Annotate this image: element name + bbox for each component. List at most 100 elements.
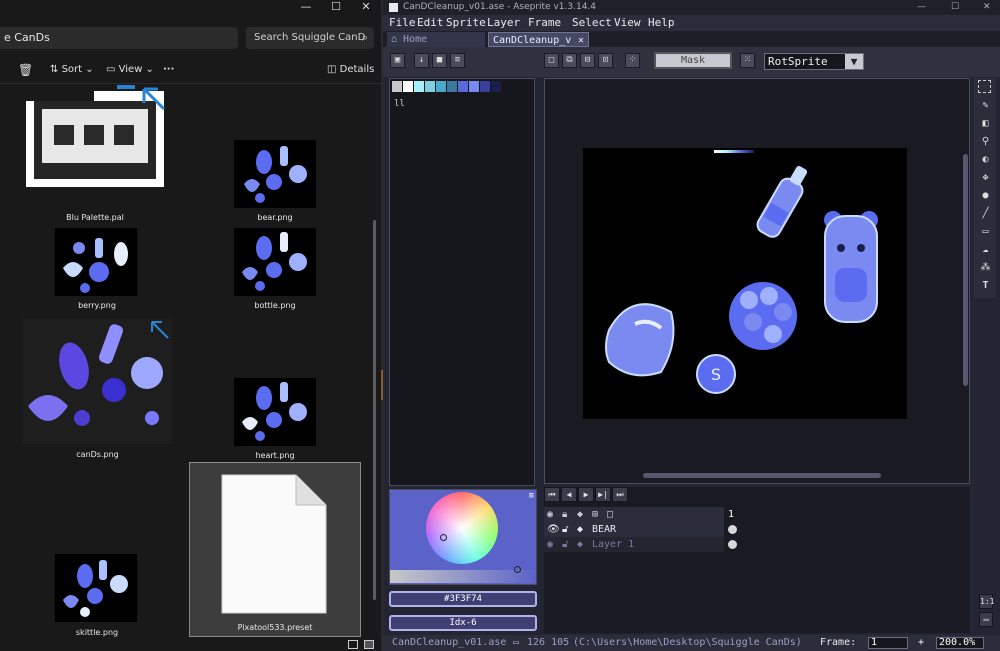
canvas-vertical-scrollbar[interactable] — [963, 154, 968, 386]
timeline-toggle-icon[interactable]: ▭ — [979, 612, 993, 627]
eraser-tool-icon[interactable]: ◧ — [978, 116, 993, 131]
close-button[interactable]: ✕ — [351, 0, 381, 14]
blur-tool-icon[interactable]: ⁂ — [978, 260, 993, 275]
layer-row-bear[interactable]: 👁︎ 🔓︎ ◆ BEAR — [544, 522, 737, 537]
contour-tool-icon[interactable]: ☁ — [978, 242, 993, 257]
more-options-button[interactable]: ··· — [163, 57, 174, 83]
select-subtract-icon[interactable]: ⊟ — [580, 53, 595, 68]
marquee-tool-icon[interactable] — [978, 80, 991, 93]
canvas-horizontal-scrollbar[interactable] — [643, 473, 881, 478]
thumbnail-view-icon[interactable] — [364, 640, 374, 649]
palette-swatch[interactable] — [458, 81, 468, 92]
frame-input[interactable]: 1 — [868, 637, 908, 649]
details-button[interactable]: ◫ Details — [327, 57, 374, 83]
palette-menu-icon[interactable]: ≡ — [450, 53, 465, 68]
select-add-icon[interactable]: ⧉ — [562, 53, 577, 68]
view-button[interactable]: ▭ View ⌄ — [106, 57, 154, 83]
tab-document[interactable]: CanDCleanup_v ✕ — [488, 32, 589, 47]
color-index-field[interactable]: Idx-6 — [389, 615, 537, 631]
details-view-icon[interactable] — [348, 640, 358, 649]
select-intersect-icon[interactable]: ⊡ — [598, 53, 613, 68]
file-item-berry[interactable]: berry.png — [52, 228, 142, 312]
file-item-bottle[interactable]: bottle.png — [230, 228, 320, 312]
pencil-tool-icon[interactable]: ✎ — [978, 98, 993, 113]
sprite-canvas[interactable]: S — [583, 148, 907, 419]
menu-layer[interactable]: Layer — [487, 15, 520, 31]
thumbnail-image — [234, 140, 316, 208]
next-frame-button[interactable]: ▶| — [595, 487, 611, 502]
select-replace-icon[interactable]: □ — [544, 53, 559, 68]
maximize-button[interactable]: ☐ — [951, 0, 959, 15]
continuous-icon[interactable]: ◆ — [577, 522, 583, 537]
menu-sprite[interactable]: Sprite — [446, 15, 486, 31]
continuous-icon[interactable]: ◆ — [577, 537, 583, 552]
sort-button[interactable]: ⇅ Sort ⌄ — [50, 57, 94, 83]
options-menu-icon[interactable]: ≡ — [529, 491, 534, 501]
color-wheel-panel[interactable]: ≡ — [389, 489, 537, 585]
close-button[interactable]: ✕ — [983, 0, 991, 15]
lock-icon[interactable]: ▣ — [390, 53, 405, 68]
palette-swatch[interactable] — [469, 81, 479, 92]
file-item-preset-selected[interactable]: Pixatool533.preset — [189, 462, 361, 637]
vertical-scrollbar[interactable] — [373, 220, 376, 600]
palette-swatch[interactable] — [392, 81, 402, 92]
previous-frame-button[interactable]: ◀ — [561, 487, 577, 502]
save-palette-icon[interactable]: ■ — [432, 53, 447, 68]
maximize-button[interactable]: ☐ — [321, 0, 351, 14]
minimize-button[interactable]: — — [917, 0, 926, 15]
alpha-slider-handle[interactable] — [514, 566, 521, 573]
eyedropper-tool-icon[interactable]: ⚲ — [978, 134, 993, 149]
last-frame-button[interactable]: ⏭ — [612, 487, 628, 502]
eye-icon[interactable]: 👁︎ — [547, 522, 560, 537]
file-item-skittle[interactable]: skittle.png — [52, 554, 142, 638]
palette-swatch[interactable] — [414, 81, 424, 92]
palette-swatch[interactable] — [425, 81, 435, 92]
play-button[interactable]: ▶ — [578, 487, 594, 502]
fill-tool-icon[interactable]: ● — [978, 188, 993, 203]
file-item-heart[interactable]: heart.png — [230, 378, 320, 462]
file-item-blu-palette[interactable]: Blu Palette.pal — [20, 85, 170, 225]
rectangle-tool-icon[interactable]: ▭ — [978, 224, 993, 239]
menu-help[interactable]: Help — [648, 15, 675, 31]
zoom-tool-icon[interactable]: ◐ — [978, 152, 993, 167]
address-bar[interactable]: e CanDs — [0, 27, 238, 49]
menu-select[interactable]: Select — [572, 15, 612, 31]
palette-swatch[interactable] — [491, 81, 501, 92]
first-frame-button[interactable]: ⏮ — [544, 487, 560, 502]
mask-button[interactable]: Mask — [654, 52, 732, 69]
rotation-algorithm-select[interactable]: RotSprite ▼ — [764, 53, 864, 70]
canvas-editor[interactable]: S — [544, 78, 970, 484]
palette-swatch[interactable] — [480, 81, 490, 92]
palette-handle-icon[interactable]: ll — [394, 99, 405, 109]
palette-swatch[interactable] — [436, 81, 446, 92]
cel-keyframe-icon[interactable] — [728, 540, 737, 549]
lock-icon[interactable]: 🔓︎ — [562, 537, 568, 552]
menu-view[interactable]: View — [614, 15, 641, 31]
file-item-bear[interactable]: bear.png — [230, 140, 320, 224]
line-tool-icon[interactable]: ╱ — [978, 206, 993, 221]
transparent-color-icon[interactable]: ⁘ — [625, 53, 640, 68]
zoom-input[interactable]: 200.0% — [936, 637, 984, 649]
move-tool-icon[interactable]: ✥ — [978, 170, 993, 185]
lock-icon[interactable]: 🔓︎ — [562, 522, 568, 537]
search-input[interactable]: Search Squiggle CanD ⌕ — [246, 27, 374, 49]
add-frame-button[interactable]: + — [918, 635, 924, 651]
palette-swatch[interactable] — [403, 81, 413, 92]
zoom-1-1-button[interactable]: 1:1 — [979, 594, 994, 609]
delete-icon[interactable]: 🗑 — [18, 57, 33, 83]
close-tab-icon[interactable]: ✕ — [578, 33, 584, 48]
eye-icon[interactable]: ◉ — [547, 537, 553, 552]
file-item-cands[interactable]: canDs.png — [20, 318, 175, 461]
minimize-button[interactable]: — — [291, 0, 321, 14]
cel-keyframe-icon[interactable] — [728, 525, 737, 534]
text-tool-icon[interactable]: T — [978, 278, 993, 293]
tab-home[interactable]: ⌂ Home — [387, 32, 485, 47]
palette-swatch[interactable] — [447, 81, 457, 92]
menu-file[interactable]: File — [389, 15, 416, 31]
layer-row-layer1[interactable]: ◉ 🔓︎ ◆ Layer 1 — [544, 537, 737, 552]
menu-edit[interactable]: Edit — [417, 15, 444, 31]
color-hex-field[interactable]: #3F3F74 — [389, 591, 537, 607]
pivot-icon[interactable]: ⁙ — [740, 53, 755, 68]
arrow-down-icon[interactable]: ↓ — [414, 53, 429, 68]
menu-frame[interactable]: Frame — [528, 15, 561, 31]
